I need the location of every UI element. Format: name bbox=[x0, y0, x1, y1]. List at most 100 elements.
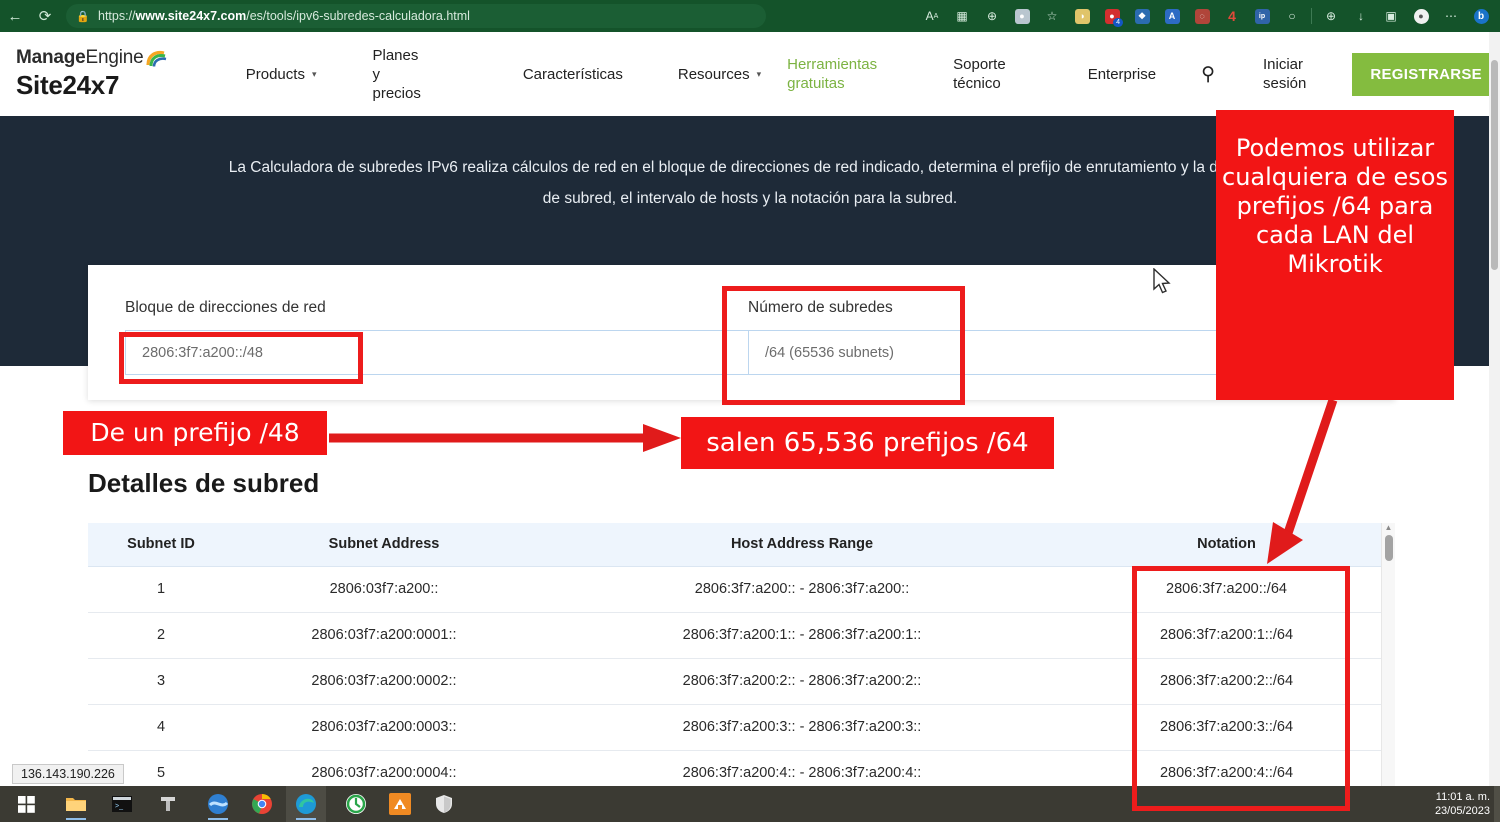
extension-face-icon[interactable]: ◌ bbox=[1187, 1, 1217, 31]
nav-item-label: Enterprise bbox=[1088, 65, 1156, 84]
nav-item-resources[interactable]: Resources ▾ bbox=[678, 65, 761, 84]
mikrotik-icon[interactable] bbox=[380, 786, 420, 822]
page-scrollbar-thumb[interactable] bbox=[1491, 60, 1498, 270]
downloads-icon[interactable]: ↓ bbox=[1346, 1, 1376, 31]
clock-date: 23/05/2023 bbox=[1435, 804, 1490, 818]
highlight-box-subnet-count bbox=[722, 286, 965, 405]
browser-toolbar: ← ⟳ 🔒 https://www.site24x7.com/es/tools/… bbox=[0, 0, 1500, 32]
edge-icon[interactable] bbox=[286, 786, 326, 822]
nav-item-planes-precios[interactable]: Planes y precios bbox=[372, 46, 420, 103]
extension-blue-icon[interactable]: ❖ bbox=[1127, 1, 1157, 31]
profile-icon[interactable]: ● bbox=[1406, 1, 1436, 31]
zoom-icon[interactable]: ⊕ bbox=[977, 1, 1007, 31]
site-header: ManageEngine Site24x7 Products ▾ Planes … bbox=[0, 32, 1500, 116]
extension-ip-icon[interactable]: ip bbox=[1247, 1, 1277, 31]
url-path: /es/tools/ipv6-subredes-calculadora.html bbox=[246, 9, 470, 23]
table-head: Subnet ID Subnet Address Host Address Ra… bbox=[88, 523, 1383, 566]
cell-host-address-range: 2806:3f7:a200:3:: - 2806:3f7:a200:3:: bbox=[534, 704, 1070, 750]
clock-time: 11:01 a. m. bbox=[1435, 790, 1490, 804]
annotation-mikrotik: Podemos utilizar cualquiera de esos pref… bbox=[1216, 110, 1454, 400]
extension-color-icon[interactable]: ◑ bbox=[1067, 1, 1097, 31]
cell-subnet-id: 4 bbox=[88, 704, 234, 750]
annotation-prefix-48: De un prefijo /48 bbox=[63, 411, 327, 455]
main-nav: Products ▾ Planes y precios Característi… bbox=[210, 46, 1500, 103]
lock-icon: 🔒 bbox=[76, 10, 90, 23]
nav-item-herramientas-gratuitas[interactable]: Herramientas gratuitas bbox=[787, 55, 877, 93]
subnet-details-title: Detalles de subred bbox=[88, 468, 319, 499]
table-header-row: Subnet ID Subnet Address Host Address Ra… bbox=[88, 523, 1383, 566]
chevron-down-icon: ▾ bbox=[757, 65, 762, 84]
browser-toolbar-icons: AA ▦ ⊕ ● ☆ ◑ ● 4 ❖ A ◌ 4 ip ○ ⊕ ↓ ▣ ● ⋯ … bbox=[917, 0, 1496, 32]
immersive-reader-icon[interactable]: ▦ bbox=[947, 1, 977, 31]
url-domain: www.site24x7.com bbox=[136, 9, 247, 23]
nav-item-enterprise[interactable]: Enterprise bbox=[1088, 65, 1156, 84]
extension-shopping-icon[interactable]: ● bbox=[1007, 1, 1037, 31]
signin-link[interactable]: Iniciar sesión bbox=[1263, 55, 1306, 93]
adblock-badge-count: 4 bbox=[1113, 18, 1123, 27]
toolbar-divider bbox=[1311, 8, 1312, 24]
column-header-subnet-id[interactable]: Subnet ID bbox=[88, 523, 234, 566]
taskbar-active-underline bbox=[66, 818, 86, 820]
column-header-host-address-range[interactable]: Host Address Range bbox=[534, 523, 1070, 566]
collections-icon[interactable]: ⊕ bbox=[1316, 1, 1346, 31]
nav-item-products[interactable]: Products ▾ bbox=[246, 65, 317, 84]
cell-subnet-id: 1 bbox=[88, 566, 234, 612]
browser-essentials-icon[interactable]: ▣ bbox=[1376, 1, 1406, 31]
nav-item-label: Herramientas gratuitas bbox=[787, 55, 877, 93]
taskbar-active-underline bbox=[208, 818, 228, 820]
address-bar-url: https://www.site24x7.com/es/tools/ipv6-s… bbox=[98, 9, 470, 23]
favorites-add-icon[interactable]: ☆ bbox=[1037, 1, 1067, 31]
hero-description: La Calculadora de subredes IPv6 realiza … bbox=[220, 152, 1280, 214]
cell-host-address-range: 2806:3f7:a200:1:: - 2806:3f7:a200:1:: bbox=[534, 612, 1070, 658]
logo-manageengine: ManageEngine bbox=[16, 47, 210, 69]
url-prefix: https:// bbox=[98, 9, 136, 23]
chrome-icon[interactable] bbox=[242, 786, 282, 822]
start-button-icon[interactable] bbox=[6, 786, 46, 822]
extension-adblock-icon[interactable]: ● 4 bbox=[1097, 1, 1127, 31]
bing-copilot-icon[interactable]: b bbox=[1466, 1, 1496, 31]
highlight-box-network-block bbox=[119, 332, 363, 384]
annotation-result-65536: salen 65,536 prefijos /64 bbox=[681, 417, 1054, 469]
browser-blue-icon[interactable] bbox=[198, 786, 238, 822]
svg-text:>_: >_ bbox=[115, 803, 123, 810]
nav-item-caracteristicas[interactable]: Características bbox=[523, 65, 623, 84]
cell-host-address-range: 2806:3f7:a200:2:: - 2806:3f7:a200:2:: bbox=[534, 658, 1070, 704]
manageengine-swoosh-icon bbox=[145, 49, 167, 67]
security-shield-icon[interactable] bbox=[424, 786, 464, 822]
chevron-down-icon: ▾ bbox=[312, 65, 317, 84]
extension-four-icon[interactable]: 4 bbox=[1217, 1, 1247, 31]
page-scrollbar[interactable] bbox=[1489, 32, 1500, 798]
nav-item-label: Planes y precios bbox=[372, 46, 420, 103]
nav-item-soporte-tecnico[interactable]: Soporte técnico bbox=[953, 55, 1006, 93]
back-arrow-icon[interactable]: ← bbox=[0, 3, 30, 29]
show-desktop-button[interactable] bbox=[1494, 786, 1500, 822]
field-network-block-label: Bloque de direcciones de red bbox=[125, 299, 780, 317]
cell-subnet-id: 3 bbox=[88, 658, 234, 704]
logo-engine-text: Engine bbox=[86, 47, 144, 68]
cell-host-address-range: 2806:3f7:a200:: - 2806:3f7:a200:: bbox=[534, 566, 1070, 612]
nav-item-label: Products bbox=[246, 65, 305, 84]
settings-more-icon[interactable]: ⋯ bbox=[1436, 1, 1466, 31]
read-aloud-icon[interactable]: AA bbox=[917, 1, 947, 31]
tool-icon[interactable] bbox=[148, 786, 188, 822]
reload-icon[interactable]: ⟳ bbox=[30, 3, 60, 29]
terminal-icon[interactable]: >_ bbox=[102, 786, 142, 822]
taskbar-clock[interactable]: 11:01 a. m. 23/05/2023 bbox=[1435, 786, 1490, 822]
winbox-icon[interactable] bbox=[336, 786, 376, 822]
screen: ← ⟳ 🔒 https://www.site24x7.com/es/tools/… bbox=[0, 0, 1500, 822]
logo-manage-text: Manage bbox=[16, 47, 86, 68]
table-scrollbar-thumb[interactable] bbox=[1385, 535, 1393, 561]
file-explorer-icon[interactable] bbox=[56, 786, 96, 822]
nav-item-label: Resources bbox=[678, 65, 750, 84]
column-header-subnet-address[interactable]: Subnet Address bbox=[234, 523, 534, 566]
address-bar[interactable]: 🔒 https://www.site24x7.com/es/tools/ipv6… bbox=[66, 4, 766, 28]
site-logo[interactable]: ManageEngine Site24x7 bbox=[16, 47, 210, 101]
register-button[interactable]: REGISTRARSE bbox=[1352, 53, 1500, 96]
arrow-prefix-to-result bbox=[325, 418, 695, 458]
cell-subnet-address: 2806:03f7:a200:0003:: bbox=[234, 704, 534, 750]
search-icon[interactable]: ⚲ bbox=[1201, 63, 1215, 86]
mouse-cursor-icon bbox=[1152, 268, 1172, 296]
translate-extension-icon[interactable]: A bbox=[1157, 1, 1187, 31]
status-tooltip: 136.143.190.226 bbox=[12, 764, 124, 784]
extension-ghost-icon[interactable]: ○ bbox=[1277, 1, 1307, 31]
